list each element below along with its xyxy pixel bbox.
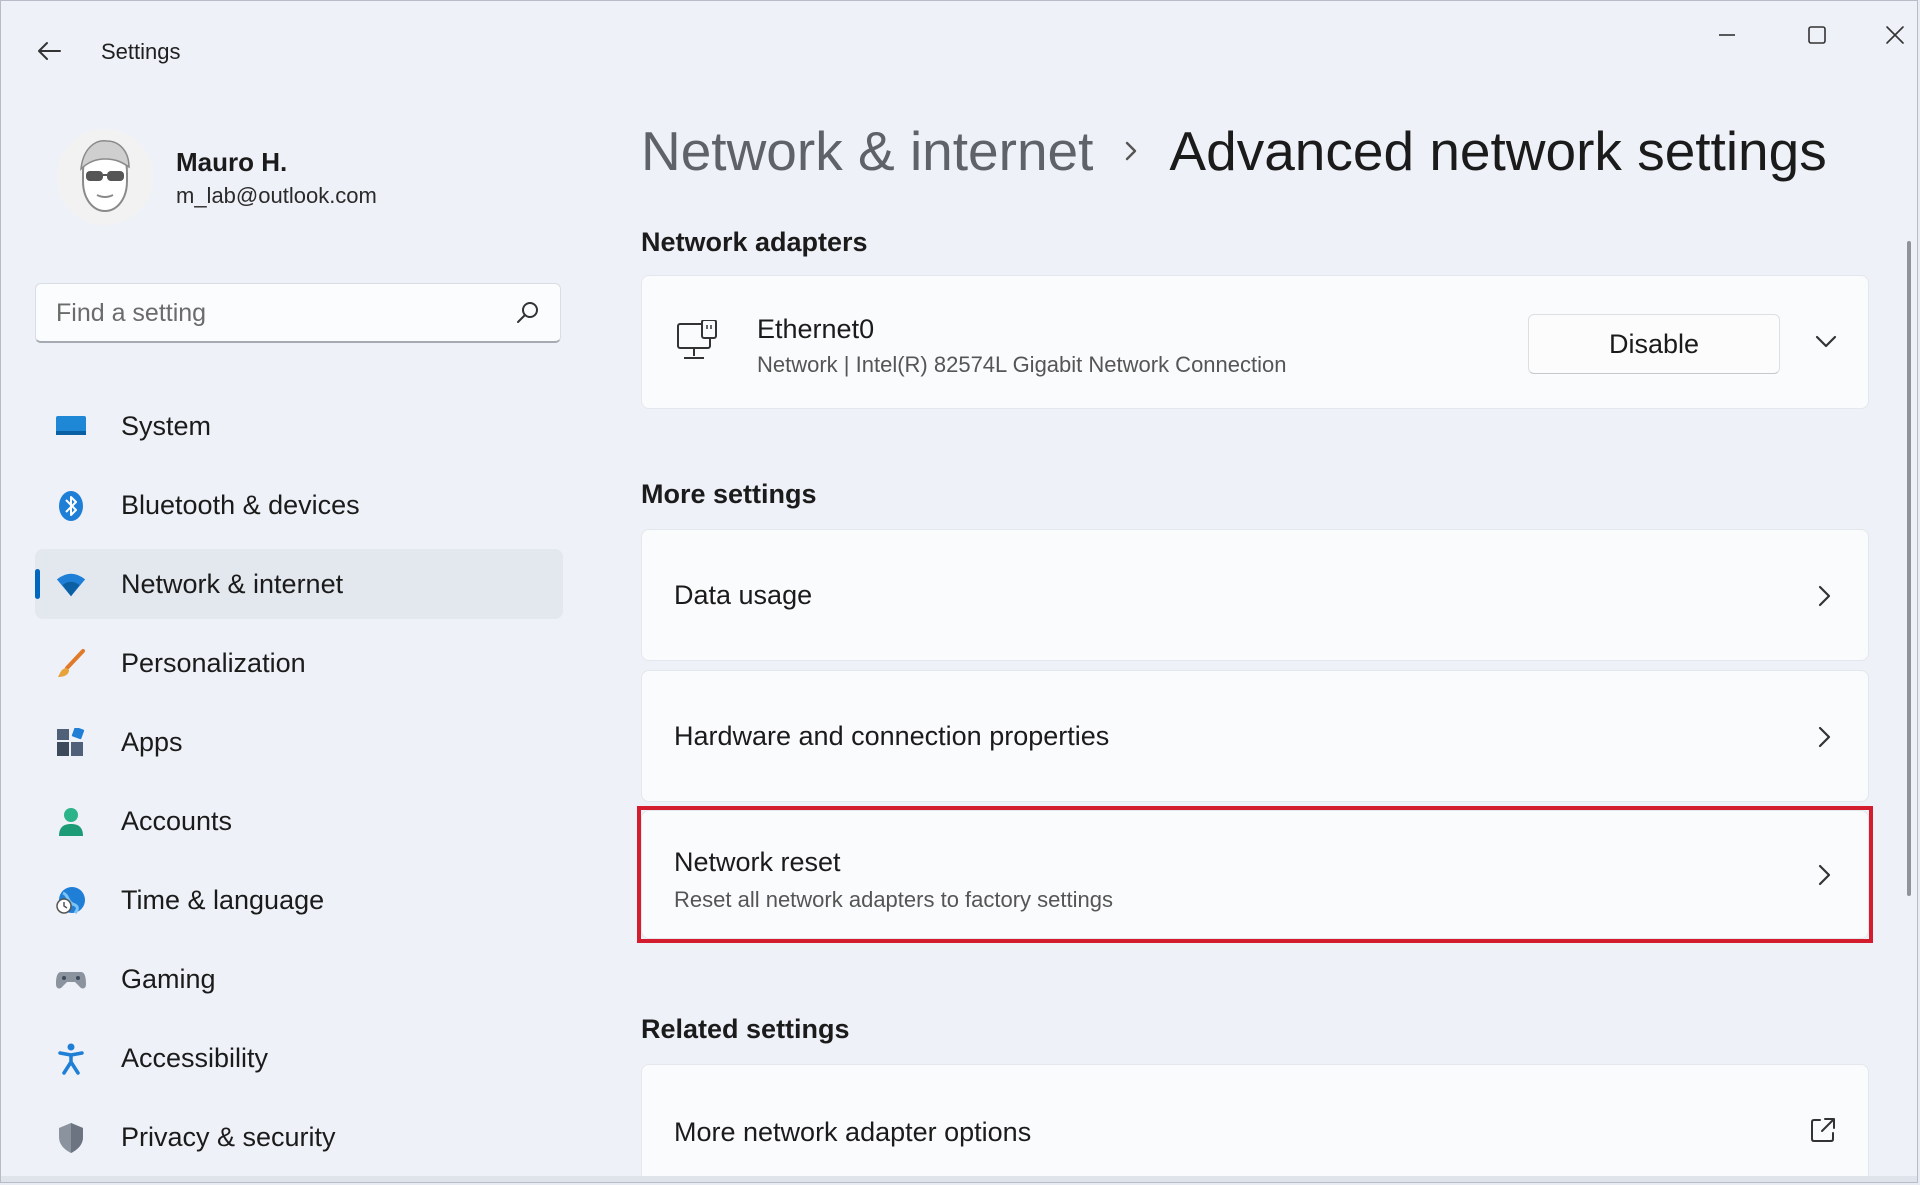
maximize-icon xyxy=(1808,26,1826,44)
adapter-description: Network | Intel(R) 82574L Gigabit Networ… xyxy=(757,352,1287,377)
sidebar-item-label: Privacy & security xyxy=(121,1121,336,1152)
sidebar-item-label: Personalization xyxy=(121,647,306,678)
section-title-more-settings: More settings xyxy=(641,479,817,509)
sidebar-item-bluetooth[interactable]: Bluetooth & devices xyxy=(35,470,563,540)
sidebar-item-accounts[interactable]: Accounts xyxy=(35,786,563,856)
setting-row-title: Data usage xyxy=(674,580,813,610)
sidebar-item-apps[interactable]: Apps xyxy=(35,707,563,777)
globe-clock-icon xyxy=(55,885,87,917)
close-button[interactable] xyxy=(1865,15,1917,55)
sidebar-item-label: Time & language xyxy=(121,884,325,915)
sidebar-item-label: Gaming xyxy=(121,963,216,994)
minimize-button[interactable] xyxy=(1697,15,1757,55)
back-button[interactable] xyxy=(29,31,69,71)
apps-icon xyxy=(55,727,87,759)
settings-window: Settings Mauro H. m_lab@outlook.com Find… xyxy=(0,0,1918,1183)
search-icon[interactable] xyxy=(514,299,542,327)
window-bottom-edge xyxy=(1,1176,1917,1182)
sidebar-item-label: Accounts xyxy=(121,805,233,836)
app-title: Settings xyxy=(101,39,181,64)
avatar[interactable] xyxy=(57,129,153,225)
close-icon xyxy=(1886,26,1904,44)
sidebar-item-time-language[interactable]: Time & language xyxy=(35,865,563,935)
disable-adapter-button[interactable]: Disable xyxy=(1528,314,1780,374)
breadcrumb: Network & internet Advanced network sett… xyxy=(641,119,1827,183)
bluetooth-icon xyxy=(55,490,87,522)
profile-email: m_lab@outlook.com xyxy=(176,183,377,208)
title-bar: Settings xyxy=(1,1,1917,101)
sidebar-item-network[interactable]: Network & internet xyxy=(35,549,563,619)
setting-row-more-adapter-options[interactable]: More network adapter options xyxy=(641,1064,1869,1182)
sidebar-item-gaming[interactable]: Gaming xyxy=(35,944,563,1014)
chevron-right-icon xyxy=(1818,585,1831,607)
sidebar-item-label: Apps xyxy=(121,726,183,757)
chevron-right-icon xyxy=(1818,726,1831,748)
chevron-right-icon xyxy=(1818,864,1831,886)
setting-row-title: More network adapter options xyxy=(674,1117,1032,1147)
back-arrow-icon xyxy=(38,42,61,60)
wifi-icon xyxy=(55,569,87,601)
scrollbar[interactable] xyxy=(1907,241,1911,896)
shield-icon xyxy=(55,1122,87,1154)
sidebar-item-system[interactable]: System xyxy=(35,391,563,461)
section-title-related-settings: Related settings xyxy=(641,1014,850,1044)
breadcrumb-chevron-icon xyxy=(1123,133,1143,169)
setting-row-title: Network reset xyxy=(674,847,841,877)
person-icon xyxy=(55,806,87,838)
sidebar-item-label: Accessibility xyxy=(121,1042,269,1073)
breadcrumb-parent-link[interactable]: Network & internet xyxy=(641,119,1093,183)
sidebar-item-accessibility[interactable]: Accessibility xyxy=(35,1023,563,1093)
chevron-down-icon[interactable] xyxy=(1812,332,1840,352)
sidebar-item-label: Network & internet xyxy=(121,568,344,599)
adapter-card-ethernet0: Ethernet0 Network | Intel(R) 82574L Giga… xyxy=(641,275,1869,409)
sidebar-item-personalization[interactable]: Personalization xyxy=(35,628,563,698)
sidebar-item-label: Bluetooth & devices xyxy=(121,489,360,520)
adapter-name: Ethernet0 xyxy=(757,314,875,344)
search-input[interactable] xyxy=(54,284,500,343)
setting-row-network-reset[interactable]: Network reset Reset all network adapters… xyxy=(641,810,1869,939)
sidebar-nav: System Bluetooth & devices Network & int… xyxy=(35,391,563,1181)
maximize-button[interactable] xyxy=(1787,15,1847,55)
search-box[interactable] xyxy=(35,283,561,343)
sidebar-item-label: System xyxy=(121,410,212,441)
setting-row-title: Hardware and connection properties xyxy=(674,721,1110,751)
setting-row-hardware-properties[interactable]: Hardware and connection properties xyxy=(641,670,1869,802)
minimize-icon xyxy=(1719,34,1735,36)
gamepad-icon xyxy=(55,964,87,996)
accessibility-icon xyxy=(55,1043,87,1075)
avatar-person-icon xyxy=(57,129,153,225)
system-icon xyxy=(55,411,87,443)
sidebar-item-privacy-security[interactable]: Privacy & security xyxy=(35,1102,563,1172)
brush-icon xyxy=(55,648,87,680)
section-title-network-adapters: Network adapters xyxy=(641,227,868,257)
page-title: Advanced network settings xyxy=(1169,120,1827,182)
profile-name: Mauro H. xyxy=(176,147,288,177)
setting-row-data-usage[interactable]: Data usage xyxy=(641,529,1869,661)
ethernet-adapter-icon xyxy=(677,320,717,359)
external-link-icon xyxy=(1811,1118,1835,1142)
setting-row-subtitle: Reset all network adapters to factory se… xyxy=(674,887,1113,912)
